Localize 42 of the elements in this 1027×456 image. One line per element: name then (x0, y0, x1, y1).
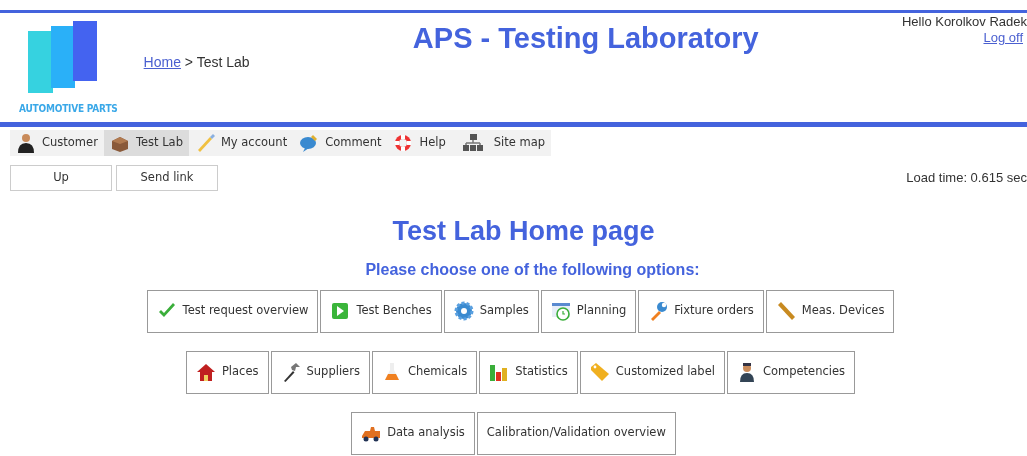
breadcrumb-separator: > (184, 54, 194, 70)
prompt-text: Please choose one of the following options: (365, 259, 700, 280)
ruler-icon (775, 301, 796, 321)
person-icon (16, 133, 36, 153)
tag-icon (589, 362, 610, 382)
gear-icon (453, 301, 474, 321)
option-button[interactable]: Places (185, 350, 269, 394)
load-time: Load time: 0.615 sec (906, 169, 1027, 188)
menu-tab[interactable]: My account (188, 130, 294, 156)
menu-tab[interactable]: Customer (10, 130, 104, 156)
menu-tab[interactable]: Help (387, 130, 452, 156)
send-link-button[interactable]: Send link (116, 165, 218, 191)
app-title: APS - Testing Laboratory (412, 21, 759, 56)
greeting: Hello Korolkov Radek (902, 14, 1027, 30)
option-button[interactable]: Planning (540, 289, 637, 333)
option-button[interactable]: Test Benches (320, 289, 442, 333)
menu-tab[interactable]: Test Lab (103, 130, 189, 156)
menu-tab[interactable]: Comment (293, 130, 388, 156)
logoff-link[interactable]: Log off (983, 29, 1023, 45)
option-button[interactable]: Samples (443, 289, 539, 333)
option-button[interactable]: Chemicals (371, 350, 478, 394)
lifebuoy-icon (393, 133, 414, 153)
option-button[interactable]: Data analysis (351, 411, 475, 455)
option-button[interactable]: Statistics (479, 350, 578, 394)
option-button[interactable]: Suppliers (270, 350, 370, 394)
option-button[interactable]: Calibration/Validation overview (476, 411, 676, 455)
menu-tab[interactable]: Site map (451, 130, 551, 156)
option-button[interactable]: Fixture orders (638, 289, 764, 333)
option-button[interactable]: Competencies (726, 350, 856, 394)
logo-text: AUTOMOTIVE PARTS (19, 102, 118, 116)
speech-bubble-icon (299, 133, 320, 153)
page-title: Test Lab Home page (392, 215, 655, 248)
home-link[interactable]: Home (143, 54, 181, 70)
option-button[interactable]: Test request overview (146, 289, 319, 333)
option-button[interactable]: Customized label (579, 350, 725, 394)
up-button[interactable]: Up (10, 165, 112, 191)
option-button[interactable]: Meas. Devices (765, 289, 895, 333)
play-icon (330, 301, 351, 321)
calendar-clock-icon (550, 301, 571, 321)
house-icon (195, 362, 216, 382)
bar-chart-icon (489, 362, 510, 382)
breadcrumb-current: Test Lab (196, 54, 250, 70)
